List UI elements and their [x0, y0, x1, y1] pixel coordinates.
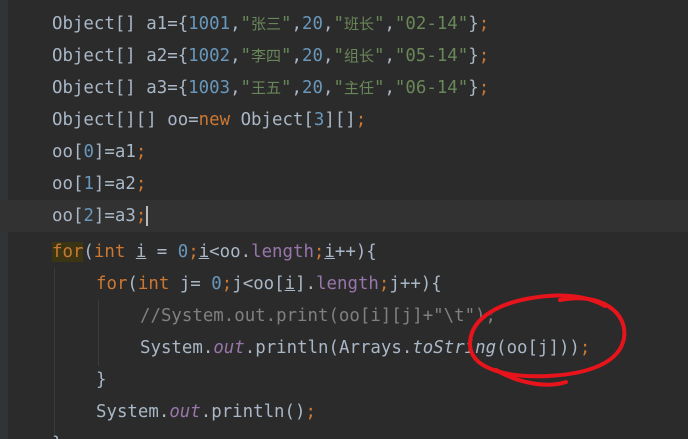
code-line-1[interactable]: Object[] a1={1001,"张三",20,"班长","02-14"}; — [0, 8, 688, 40]
variable-token: a3 — [146, 78, 168, 98]
keyword-token: int — [93, 242, 126, 262]
class-token: System — [96, 402, 159, 422]
number-token: 1003 — [188, 78, 231, 98]
variable-token: i — [324, 242, 335, 262]
code-line-10[interactable]: //System.out.print(oo[i][j]+"\t"); — [0, 300, 688, 332]
string-token: 主任 — [343, 79, 374, 97]
brackets-token: [] — [114, 46, 136, 66]
number-token: 1 — [83, 174, 94, 194]
string-token: 组长 — [343, 47, 374, 65]
type-token: Object — [52, 110, 115, 130]
comment-token: //System.out.print(oo[i][j]+"\t"); — [140, 306, 496, 326]
variable-token: a3 — [114, 206, 136, 226]
code-line-4[interactable]: Object[][] oo=new Object[3][]; — [0, 104, 688, 136]
string-token: 02-14 — [405, 14, 458, 34]
code-line-5[interactable]: oo[0]=a1; — [0, 136, 688, 168]
method-token: toString — [412, 338, 497, 358]
keyword-token: int — [137, 274, 170, 294]
number-token: 1001 — [188, 14, 231, 34]
field-token: out — [169, 402, 201, 422]
variable-token: oo — [52, 142, 73, 162]
type-token: Object — [52, 78, 115, 98]
number-token: 20 — [302, 78, 323, 98]
field-token: length — [251, 242, 314, 262]
code-line-11[interactable]: System.out.println(Arrays.toString(oo[j]… — [0, 332, 688, 364]
variable-token: oo — [52, 174, 73, 194]
brackets-token: [] — [114, 110, 136, 130]
number-token: 1002 — [188, 46, 231, 66]
variable-token: a2 — [114, 174, 136, 194]
keyword-token: for — [52, 242, 84, 262]
class-token: System — [140, 338, 203, 358]
variable-token: oo — [253, 274, 275, 294]
code-line-2[interactable]: Object[] a2={1002,"李四",20,"组长","05-14"}; — [0, 40, 688, 72]
number-token: 20 — [302, 14, 323, 34]
operator-token: ={ — [167, 78, 189, 98]
number-token: 0 — [83, 142, 94, 162]
number-token: 0 — [177, 242, 189, 262]
number-token: 3 — [313, 110, 325, 130]
variable-token: i — [284, 274, 296, 294]
brackets-token: [] — [135, 110, 157, 130]
code-line-3[interactable]: Object[] a3={1003,"王五",20,"主任","06-14"}; — [0, 72, 688, 104]
brackets-token: [] — [114, 78, 136, 98]
number-token: 20 — [302, 46, 323, 66]
variable-token: a1 — [114, 142, 136, 162]
type-token: Object — [52, 46, 115, 66]
number-token: 0 — [211, 274, 222, 294]
variable-token: a1 — [146, 14, 168, 34]
method-token: println — [211, 402, 285, 422]
string-token: 05-14 — [405, 46, 458, 66]
variable-token: i — [135, 242, 147, 262]
code-line-8[interactable]: for(int i = 0;i<oo.length;i++){ — [0, 236, 688, 268]
method-token: println — [255, 338, 329, 358]
string-token: 张三 — [251, 15, 282, 33]
variable-token: i — [198, 242, 210, 262]
brackets-token: [] — [114, 14, 136, 34]
code-line-9[interactable]: for(int j= 0;j<oo[i].length;j++){ — [0, 268, 688, 300]
code-line-6[interactable]: oo[1]=a2; — [0, 168, 688, 200]
type-token: Object — [240, 110, 304, 130]
variable-token: j — [538, 338, 549, 358]
number-token: 2 — [83, 206, 94, 226]
string-token: 王五 — [251, 79, 282, 97]
variable-token: oo — [167, 110, 189, 130]
variable-token: oo — [52, 206, 73, 226]
code-line-7[interactable]: oo[2]=a3; — [0, 200, 688, 232]
operator-token: ={ — [167, 46, 189, 66]
string-token: 班长 — [343, 15, 374, 33]
variable-token: a2 — [146, 46, 168, 66]
type-token: Object — [52, 14, 115, 34]
variable-token: oo — [506, 338, 528, 358]
string-token: 李四 — [251, 47, 282, 65]
variable-token: oo — [219, 242, 241, 262]
keyword-token: new — [198, 110, 231, 130]
variable-token: j — [389, 274, 400, 294]
code-editor[interactable]: Object[] a1={1001,"张三",20,"班长","02-14"};… — [0, 0, 688, 439]
variable-token: j — [232, 274, 243, 294]
field-token: length — [316, 274, 379, 294]
field-token: out — [213, 338, 245, 358]
variable-token: j — [179, 274, 191, 294]
string-token: 06-14 — [405, 78, 458, 98]
code-line-14[interactable]: } — [0, 428, 688, 439]
class-token: Arrays — [339, 338, 402, 358]
code-line-13[interactable]: System.out.println(); — [0, 396, 688, 428]
keyword-token: for — [96, 274, 128, 294]
code-line-12[interactable]: } — [0, 364, 688, 396]
text-caret — [146, 206, 149, 226]
operator-token: ={ — [167, 14, 189, 34]
